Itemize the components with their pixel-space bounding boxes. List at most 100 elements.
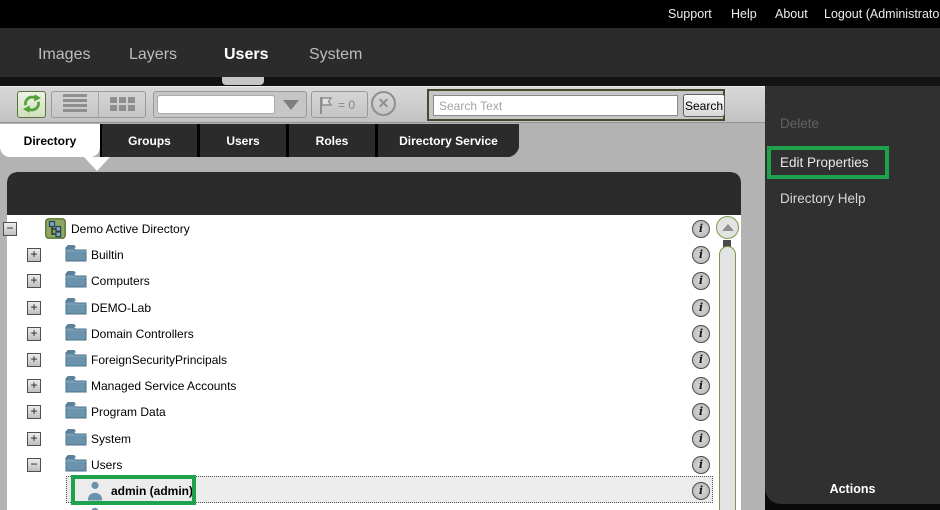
highlight-box-edit-properties	[767, 146, 889, 179]
tree-item-label: System	[91, 431, 132, 446]
tree-item-label: Builtin	[91, 248, 124, 263]
folder-icon	[65, 350, 87, 367]
chevron-down-icon[interactable]	[283, 100, 299, 110]
info-icon[interactable]: i	[692, 246, 710, 265]
info-icon[interactable]: i	[692, 351, 710, 369]
folder-icon-wrap	[65, 270, 87, 292]
tree-item-label: Computers	[91, 274, 150, 289]
expand-icon[interactable]: +	[27, 353, 41, 367]
expand-icon[interactable]: +	[27, 379, 41, 394]
folder-icon-wrap	[65, 375, 87, 397]
about-link[interactable]: About	[775, 7, 808, 21]
folder-icon	[65, 271, 87, 288]
folder-icon-wrap	[65, 454, 87, 476]
top-bar: Support Help About Logout (Administrator…	[0, 0, 940, 28]
tab-groups[interactable]: Groups	[102, 124, 197, 157]
search-button[interactable]: Search	[683, 94, 725, 117]
tree-row[interactable]: − Demo Active Directory i	[0, 216, 741, 242]
dropdown-value	[157, 95, 275, 114]
support-link[interactable]: Support	[668, 7, 712, 21]
expand-icon[interactable]: +	[27, 248, 41, 263]
search-group: Search	[427, 89, 725, 121]
main-nav: Images Layers Users System	[0, 28, 940, 77]
folder-icon-wrap	[65, 323, 87, 345]
tree-row[interactable]: + Builtin i	[0, 242, 741, 268]
tree-row[interactable]: + DEMO-Lab i	[0, 295, 741, 321]
nav-item-images[interactable]: Images	[38, 46, 90, 64]
expand-icon[interactable]: +	[27, 326, 41, 341]
folder-icon-wrap	[65, 428, 87, 450]
tab-users[interactable]: Users	[200, 124, 286, 157]
expand-icon[interactable]: +	[27, 431, 41, 446]
toolbar: = 0 ✕ Search	[0, 86, 765, 123]
folder-icon-wrap	[65, 349, 87, 371]
tree-item-label: Managed Service Accounts	[91, 379, 237, 394]
tree-row[interactable]: + ForeignSecurityPrincipals i	[0, 347, 741, 373]
tree-row[interactable]: + Managed Service Accounts i	[0, 373, 741, 399]
tab-roles[interactable]: Roles	[289, 124, 375, 157]
tree-item-label: Users	[91, 457, 123, 472]
folder-icon	[65, 402, 87, 419]
circled-x-icon: ✕	[371, 91, 396, 116]
help-link[interactable]: Help	[731, 7, 757, 21]
collapse-icon[interactable]: −	[27, 457, 41, 472]
folder-icon	[65, 454, 87, 472]
refresh-icon	[21, 94, 43, 119]
folder-icon-wrap	[65, 297, 87, 319]
collapse-icon[interactable]: −	[3, 222, 17, 236]
flag-icon	[320, 97, 333, 114]
info-icon[interactable]: i	[692, 324, 710, 343]
action-directory-help[interactable]: Directory Help	[780, 191, 866, 206]
info-icon[interactable]: i	[692, 429, 710, 448]
list-view-button[interactable]	[52, 92, 99, 117]
flag-counter-button[interactable]: = 0	[311, 91, 368, 118]
logout-link[interactable]: Logout (Administrator)	[824, 7, 940, 21]
nav-item-users[interactable]: Users	[224, 46, 268, 64]
actions-sidebar: Delete Edit Properties Directory Help Ac…	[765, 86, 940, 504]
folder-icon	[65, 245, 87, 262]
tree-rows-layer: − Demo Active Directory i + Builtin i + Compute…	[0, 172, 765, 510]
tree-item-label: Demo Active Directory	[71, 222, 190, 236]
info-icon[interactable]: i	[692, 455, 710, 474]
tab-directory-service[interactable]: Directory Service	[378, 124, 519, 157]
folder-icon	[65, 323, 87, 341]
info-icon[interactable]: i	[692, 220, 710, 238]
info-icon[interactable]: i	[692, 272, 710, 291]
nav-item-layers[interactable]: Layers	[129, 46, 177, 64]
user-icon-wrap	[85, 506, 107, 510]
refresh-button[interactable]	[17, 91, 46, 118]
search-input[interactable]	[433, 95, 678, 116]
tree-row[interactable]: + Computers i	[0, 268, 741, 294]
directory-server-icon	[45, 218, 66, 239]
actions-panel-title: Actions	[829, 482, 876, 496]
tab-directory[interactable]: Directory	[0, 124, 100, 157]
clear-button[interactable]: ✕	[371, 91, 399, 118]
list-view-icon	[52, 94, 98, 112]
tree-row[interactable]: − Users i	[0, 452, 741, 478]
active-nav-indicator	[222, 77, 264, 85]
tree-row[interactable]	[0, 504, 741, 510]
folder-icon-wrap	[65, 244, 87, 266]
info-icon[interactable]: i	[692, 298, 710, 317]
expand-icon[interactable]: +	[27, 300, 41, 315]
flag-count: = 0	[338, 98, 356, 112]
highlight-box-admin	[71, 475, 196, 505]
tree-row[interactable]: + Domain Controllers i	[0, 321, 741, 347]
tree-row[interactable]: + Program Data i	[0, 399, 741, 425]
folder-icon-wrap	[65, 401, 87, 423]
grid-view-button[interactable]	[99, 92, 146, 117]
directory-server-icon-wrap	[45, 218, 67, 240]
info-icon[interactable]: i	[692, 377, 710, 396]
tree-item-label: Program Data	[91, 405, 166, 420]
info-icon[interactable]: i	[692, 482, 710, 500]
tree-item-label: ForeignSecurityPrincipals	[91, 353, 228, 367]
folder-icon	[65, 376, 87, 393]
info-icon[interactable]: i	[692, 403, 710, 422]
tree-item-label: Domain Controllers	[91, 326, 194, 341]
expand-icon[interactable]: +	[27, 405, 41, 420]
tree-row[interactable]: + System i	[0, 426, 741, 452]
expand-icon[interactable]: +	[27, 274, 41, 289]
filter-dropdown[interactable]	[153, 91, 307, 118]
active-tab-pointer	[84, 157, 110, 171]
nav-item-system[interactable]: System	[309, 46, 362, 64]
